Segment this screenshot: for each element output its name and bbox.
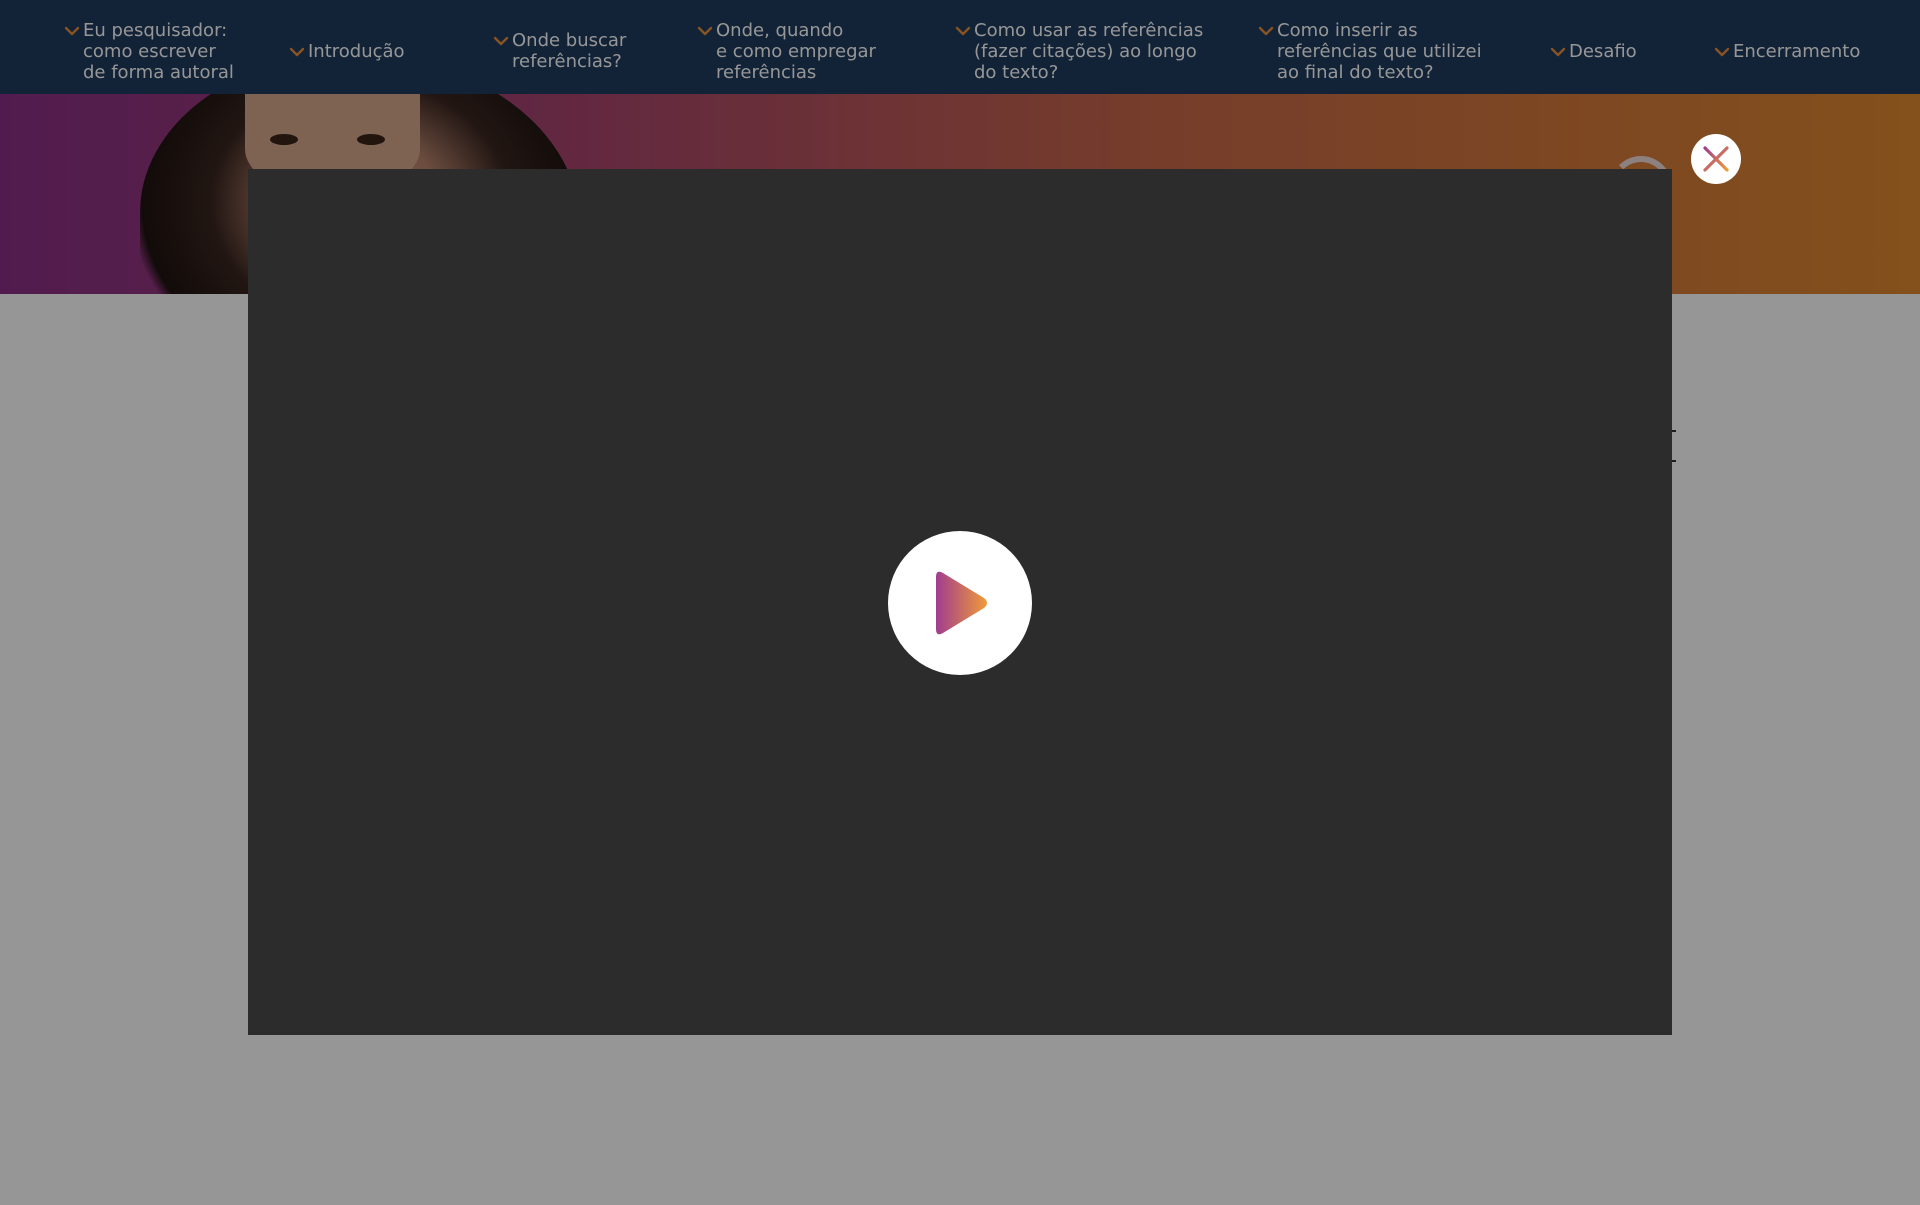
play-button[interactable]: [888, 531, 1032, 675]
close-icon: [1703, 146, 1729, 172]
play-icon: [936, 571, 987, 635]
close-button[interactable]: [1691, 134, 1741, 184]
video-player[interactable]: [248, 169, 1672, 1035]
